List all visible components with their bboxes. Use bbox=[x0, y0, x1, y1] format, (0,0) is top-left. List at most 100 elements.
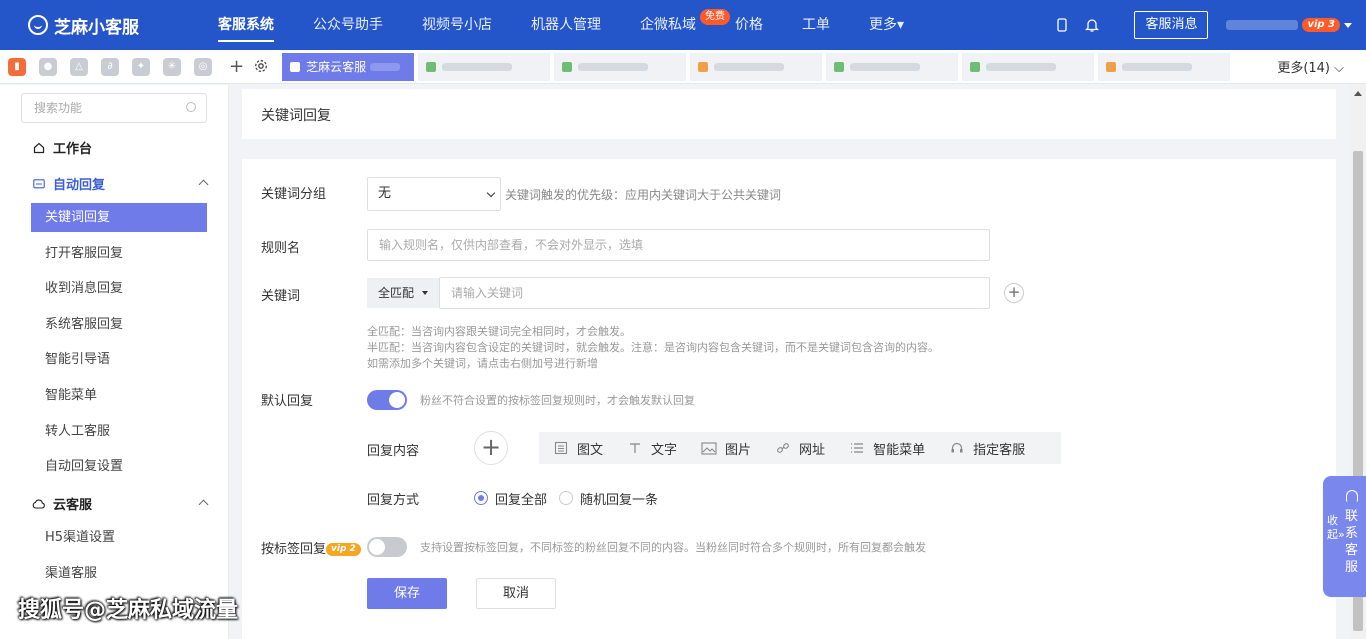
image-icon bbox=[701, 441, 717, 455]
nav-ticket[interactable]: 工单 bbox=[802, 0, 830, 50]
keyword-group-value: 无 bbox=[378, 186, 392, 201]
radio-reply-random-label[interactable]: 随机回复一条 bbox=[580, 489, 658, 508]
user-name-blurred[interactable] bbox=[1226, 20, 1299, 30]
contact-service-panel[interactable]: 收起» 联系客服 bbox=[1323, 476, 1366, 597]
tag-reply-label: 按标签回复 vip 2 bbox=[261, 538, 361, 557]
sidebar-item-auto-settings[interactable]: 自动回复设置 bbox=[31, 452, 207, 481]
cloud-icon[interactable]: △ bbox=[70, 57, 88, 76]
radio-reply-random[interactable] bbox=[559, 491, 573, 505]
keyword-group-select[interactable]: 无 bbox=[367, 177, 501, 211]
add-keyword-button[interactable]: + bbox=[1004, 283, 1024, 303]
keyword-placeholder: 请输入关键词 bbox=[451, 286, 524, 300]
account-tab[interactable] bbox=[962, 52, 1095, 81]
sidebar-item-guide[interactable]: 智能引导语 bbox=[31, 345, 207, 374]
top-nav-bar: 芝麻小客服 客服系统 公众号助手 视频号小店 机器人管理 企微私域 免费 价格 … bbox=[0, 0, 1366, 50]
content-type-image[interactable]: 图片 bbox=[701, 439, 751, 458]
chat-icon[interactable]: ● bbox=[39, 57, 57, 76]
chevron-down-icon bbox=[486, 188, 496, 198]
sidebar-cloud-label: 云客服 bbox=[53, 498, 93, 513]
nav-more[interactable]: 更多▾ bbox=[869, 0, 904, 50]
account-tab[interactable] bbox=[826, 52, 959, 81]
app-logo[interactable]: 芝麻小客服 bbox=[28, 13, 188, 38]
article-icon bbox=[553, 441, 569, 455]
chevron-up-icon[interactable] bbox=[198, 499, 209, 510]
content-type-article[interactable]: 图文 bbox=[553, 439, 603, 458]
keyword-reply-form: 关键词分组 无 关键词触发的优先级：应用内关键词大于公共关键词 规则名 输入规则… bbox=[242, 159, 1336, 639]
message-icon bbox=[32, 177, 46, 191]
tip-full-match: 全匹配：当咨询内容跟关键词完全相同时，才会触发。 bbox=[367, 325, 631, 338]
sidebar-item-open-reply[interactable]: 打开客服回复 bbox=[31, 239, 207, 268]
blurred-text bbox=[442, 62, 513, 71]
account-tab[interactable] bbox=[554, 52, 687, 81]
gear-icon[interactable] bbox=[254, 59, 270, 75]
cancel-button[interactable]: 取消 bbox=[476, 578, 556, 609]
content-type-smart-menu[interactable]: 智能菜单 bbox=[849, 439, 925, 458]
sidebar-item-h5-channel[interactable]: H5渠道设置 bbox=[31, 523, 207, 552]
nav-kefu-system[interactable]: 客服系统 bbox=[218, 0, 274, 50]
star-icon[interactable]: ✳ bbox=[163, 57, 181, 76]
sidebar-item-receive-reply[interactable]: 收到消息回复 bbox=[31, 274, 207, 303]
sidebar-search-input[interactable]: 搜索功能 bbox=[21, 93, 207, 123]
nav-wecom-private[interactable]: 企微私域 免费 bbox=[640, 0, 730, 50]
top-right-tools: 客服消息 vip 3 bbox=[1054, 0, 1366, 50]
keyword-input[interactable]: 请输入关键词 bbox=[439, 277, 990, 309]
sidebar-cloud-service[interactable]: 云客服 bbox=[32, 494, 92, 513]
smile-logo-icon bbox=[28, 15, 48, 35]
tag-reply-hint: 支持设置按标签回复，不同标签的粉丝回复不同的内容。当粉丝同时符合多个规则时，所有… bbox=[420, 541, 926, 554]
app-shortcut-icon[interactable]: ▮ bbox=[8, 57, 26, 76]
account-avatar-icon bbox=[562, 61, 573, 72]
kefu-message-button[interactable]: 客服消息 bbox=[1134, 11, 1209, 39]
content-type-assign-kefu[interactable]: 指定客服 bbox=[949, 439, 1025, 458]
add-content-button[interactable]: + bbox=[474, 431, 508, 465]
sidebar-item-system-reply[interactable]: 系统客服回复 bbox=[31, 310, 207, 339]
sidebar-item-transfer[interactable]: 转人工客服 bbox=[31, 417, 207, 446]
radio-reply-all[interactable] bbox=[474, 491, 488, 505]
user-menu-caret-icon[interactable] bbox=[1344, 22, 1352, 28]
account-tab-active[interactable]: 芝麻云客服 bbox=[282, 52, 415, 81]
nav-robot-manage[interactable]: 机器人管理 bbox=[531, 0, 601, 50]
more-tabs-button[interactable]: 更多(14) ⌵ bbox=[1277, 57, 1344, 76]
blurred-text bbox=[578, 62, 649, 71]
settings-app-icon[interactable]: ◎ bbox=[194, 57, 212, 76]
group-label: 关键词分组 bbox=[261, 187, 327, 202]
content-type-text[interactable]: 文字 bbox=[627, 439, 677, 458]
radio-reply-all-label[interactable]: 回复全部 bbox=[495, 489, 547, 508]
bell-icon[interactable] bbox=[1084, 17, 1100, 33]
tip-half-match: 半匹配：当咨询内容包含设定的关键词时，就会触发。注意：是咨询内容包含关键词，而不… bbox=[367, 341, 939, 354]
save-button[interactable]: 保存 bbox=[367, 578, 447, 609]
content-type-url[interactable]: 网址 bbox=[775, 439, 825, 458]
sidebar-workbench[interactable]: 工作台 bbox=[32, 138, 92, 157]
account-tab[interactable] bbox=[1098, 52, 1231, 81]
content-type-bar: 图文 文字 图片 网址 智能菜单 指定客服 bbox=[539, 432, 1061, 464]
tag-reply-toggle[interactable] bbox=[367, 537, 407, 557]
vip-level-badge: vip 3 bbox=[1302, 18, 1340, 32]
account-avatar-icon bbox=[1106, 61, 1117, 72]
nav-gzh-assistant[interactable]: 公众号助手 bbox=[313, 0, 383, 50]
sidebar-item-channel-kefu[interactable]: 渠道客服 bbox=[31, 559, 207, 588]
match-mode-dropdown[interactable]: 全匹配 bbox=[367, 278, 439, 308]
collapse-panel-button[interactable]: 收起» bbox=[1327, 514, 1345, 542]
link-icon[interactable]: ∂ bbox=[101, 57, 119, 76]
contact-service-label[interactable]: 联系客服 bbox=[1345, 508, 1359, 576]
scroll-up-icon[interactable] bbox=[1354, 91, 1362, 96]
nav-video-shop[interactable]: 视频号小店 bbox=[422, 0, 492, 50]
blurred-text bbox=[986, 62, 1057, 71]
pin-icon[interactable]: ✦ bbox=[132, 57, 150, 76]
sidebar-workbench-label: 工作台 bbox=[53, 142, 93, 157]
default-reply-toggle[interactable] bbox=[367, 390, 407, 410]
sidebar-item-keyword-reply[interactable]: 关键词回复 bbox=[31, 203, 207, 232]
nav-price[interactable]: 价格 bbox=[735, 0, 763, 50]
account-tab[interactable] bbox=[690, 52, 823, 81]
account-tab[interactable] bbox=[418, 52, 551, 81]
app-shortcut-icons: ▮ ● △ ∂ ✦ ✳ ◎ bbox=[8, 57, 225, 76]
blurred-text bbox=[1122, 62, 1193, 71]
chevron-up-icon[interactable] bbox=[198, 179, 209, 190]
sidebar-item-smart-menu[interactable]: 智能菜单 bbox=[31, 381, 207, 410]
home-icon bbox=[32, 141, 46, 155]
add-account-icon[interactable]: + bbox=[229, 57, 244, 76]
rule-name-input[interactable]: 输入规则名，仅供内部查看，不会对外显示，选填 bbox=[367, 229, 990, 261]
account-avatar-icon bbox=[698, 61, 709, 72]
sidebar-auto-reply[interactable]: 自动回复 bbox=[32, 174, 105, 193]
search-icon[interactable] bbox=[186, 102, 196, 112]
mobile-icon[interactable] bbox=[1054, 17, 1070, 33]
